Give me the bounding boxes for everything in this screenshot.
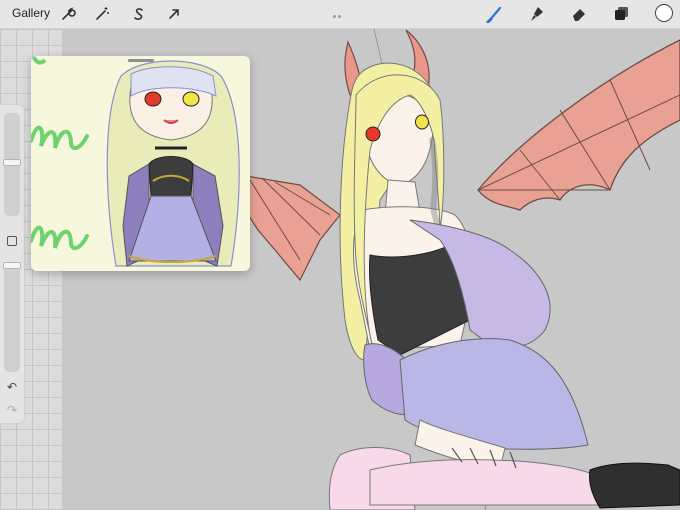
modify-button[interactable] (7, 236, 17, 246)
selection-s-icon[interactable] (129, 4, 149, 24)
arrow-transform-icon[interactable] (164, 4, 184, 24)
right-wing (477, 39, 680, 211)
eraser-icon[interactable] (569, 4, 589, 24)
chibi-right-eye (182, 91, 200, 107)
left-eye (365, 126, 381, 142)
chibi-left-eye (144, 91, 162, 107)
window-grabber[interactable] (333, 5, 347, 36)
wrench-icon[interactable] (58, 4, 78, 24)
top-toolbar: Gallery (0, 0, 680, 36)
right-eye (415, 114, 429, 130)
color-swatch[interactable] (655, 4, 673, 22)
reference-image (31, 56, 240, 267)
opacity-thumb[interactable] (3, 262, 21, 269)
undo-icon[interactable]: ↶ (5, 380, 19, 394)
brush-icon[interactable] (485, 4, 505, 24)
layers-icon[interactable] (612, 4, 632, 24)
reference-window[interactable] (31, 56, 250, 271)
right-sock (369, 459, 606, 506)
boot (589, 462, 680, 509)
magic-wand-icon[interactable] (92, 4, 112, 24)
redo-icon[interactable]: ↷ (5, 403, 19, 417)
opacity-slider[interactable] (4, 265, 20, 372)
smudge-icon[interactable] (527, 4, 547, 24)
brush-size-thumb[interactable] (3, 159, 21, 167)
gallery-button[interactable]: Gallery (12, 6, 50, 20)
left-sidebar: ↶ ↷ (0, 105, 24, 423)
